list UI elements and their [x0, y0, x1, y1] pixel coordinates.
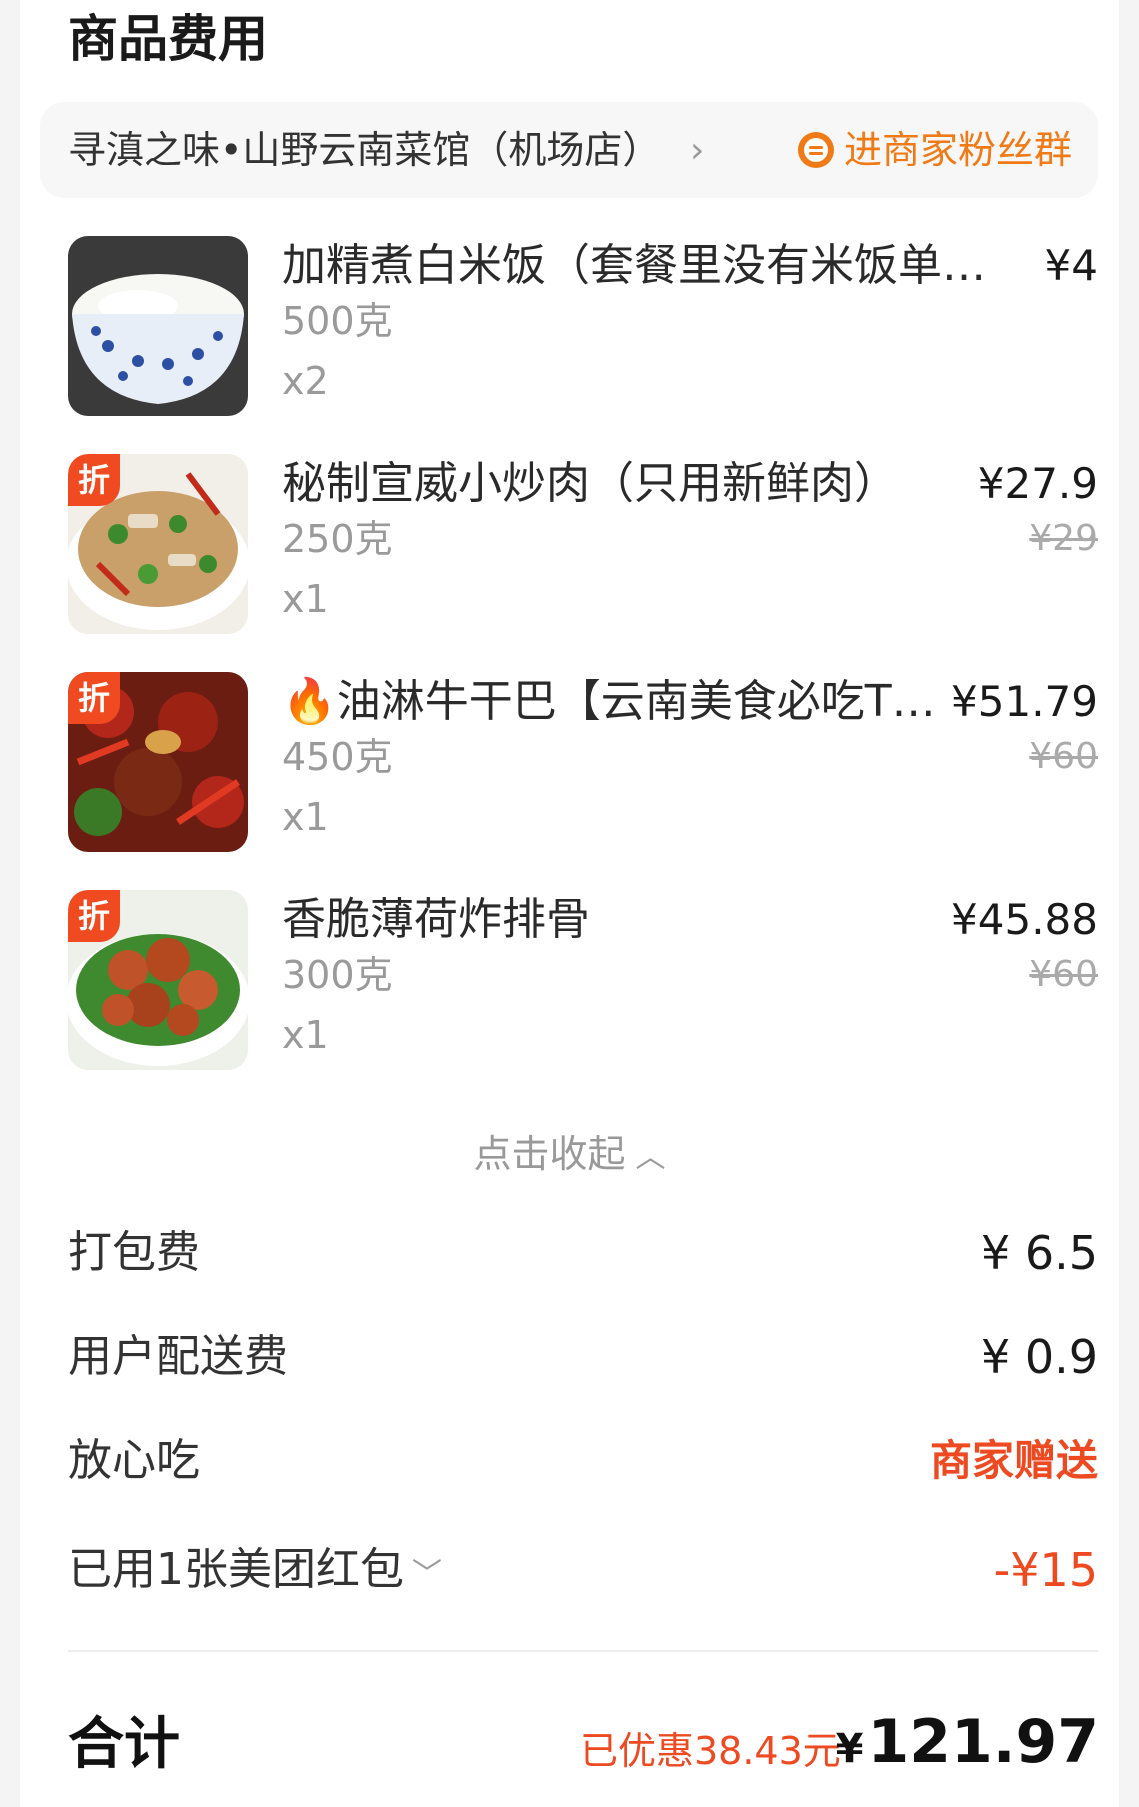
item-weight: 300克 [282, 953, 393, 997]
item-weight: 500克 [282, 299, 393, 343]
item-quantity: x2 [282, 359, 329, 403]
stir-fry-pork-thumbnail: 折 [68, 454, 248, 634]
coupon-label-text: 已用1张美团红包 [68, 1544, 404, 1595]
item-original-price: ¥60 [1029, 736, 1098, 777]
total-value: 121.97 [867, 1707, 1099, 1777]
item-price: ¥45.88 [951, 895, 1098, 944]
item-name: 加精煮白米饭（套餐里没有米饭单… [282, 240, 986, 291]
item-weight: 450克 [282, 735, 393, 779]
chevron-down-icon: ﹀ [412, 1557, 442, 1592]
assurance-label: 放心吃 [68, 1435, 200, 1486]
chat-bubble-icon [797, 132, 834, 168]
fee-row-assurance: 放心吃 商家赠送 [68, 1426, 1098, 1496]
collapse-label: 点击收起 [473, 1132, 626, 1176]
assurance-value: 商家赠送 [929, 1436, 1098, 1485]
discount-badge: 折 [68, 890, 120, 942]
chevron-up-icon: ︿ [635, 1140, 666, 1175]
item-name: 香脆薄荷炸排骨 [282, 894, 590, 945]
discount-badge: 折 [68, 454, 120, 506]
list-item[interactable]: 折 香脆薄荷炸排骨 300克 x1 ¥45.88 ¥60 [68, 890, 1098, 1070]
order-fee-card: 商品费用 寻滇之味•山野云南菜馆（机场店） › 进商家粉丝群 加精煮白米饭（套餐… [20, 0, 1119, 1807]
list-item[interactable]: 折 🔥油淋牛干巴【云南美食必吃T… 450克 x1 ¥51.79 ¥60 [68, 672, 1098, 852]
packing-fee-value: ¥ 6.5 [980, 1226, 1098, 1280]
coupon-label[interactable]: 已用1张美团红包 ﹀ [68, 1535, 442, 1610]
total-amount: ¥121.97 [836, 1700, 1099, 1791]
fan-group-label: 进商家粉丝群 [843, 128, 1072, 172]
fee-row-delivery: 用户配送费 ¥ 0.9 [68, 1322, 1098, 1392]
store-name[interactable]: 寻滇之味•山野云南菜馆（机场店） [68, 124, 660, 176]
item-original-price: ¥60 [1029, 954, 1098, 995]
fee-row-coupon[interactable]: 已用1张美团红包 ﹀ -¥15 [68, 1535, 1098, 1605]
item-quantity: x1 [282, 1013, 329, 1057]
chevron-right-icon[interactable]: › [690, 128, 704, 174]
item-price: ¥4 [1044, 241, 1098, 290]
coupon-value: -¥15 [993, 1543, 1098, 1597]
packing-fee-label: 打包费 [68, 1227, 200, 1278]
fried-ribs-thumbnail: 折 [68, 890, 248, 1070]
item-price: ¥27.9 [977, 459, 1098, 508]
item-quantity: x1 [282, 795, 329, 839]
item-price: ¥51.79 [951, 677, 1098, 726]
list-item[interactable]: 加精煮白米饭（套餐里没有米饭单… 500克 x2 ¥4 [68, 236, 1098, 416]
item-quantity: x1 [282, 577, 329, 621]
discount-badge: 折 [68, 672, 120, 724]
fan-group-button[interactable]: 进商家粉丝群 [796, 124, 1072, 176]
currency-symbol: ¥ [835, 1726, 864, 1772]
item-weight: 250克 [282, 517, 393, 561]
delivery-fee-label: 用户配送费 [68, 1331, 288, 1382]
store-bar[interactable]: 寻滇之味•山野云南菜馆（机场店） › 进商家粉丝群 [40, 102, 1098, 198]
item-name: 秘制宣威小炒肉（只用新鲜肉） [282, 458, 898, 509]
collapse-button[interactable]: 点击收起 ︿ [20, 1126, 1119, 1186]
section-title: 商品费用 [68, 10, 268, 68]
list-item[interactable]: 折 秘制宣威小炒肉（只用新鲜肉） 250克 x1 ¥27.9 ¥29 [68, 454, 1098, 634]
fee-row-packing: 打包费 ¥ 6.5 [68, 1218, 1098, 1288]
total-label: 合计 [68, 1712, 180, 1777]
divider [68, 1650, 1098, 1652]
rice-thumbnail [68, 236, 248, 416]
item-name: 🔥油淋牛干巴【云南美食必吃T… [282, 676, 936, 727]
item-original-price: ¥29 [1029, 518, 1098, 559]
beef-jerky-thumbnail: 折 [68, 672, 248, 852]
delivery-fee-value: ¥ 0.9 [980, 1330, 1098, 1384]
saved-amount: 已优惠38.43元 [580, 1729, 841, 1773]
